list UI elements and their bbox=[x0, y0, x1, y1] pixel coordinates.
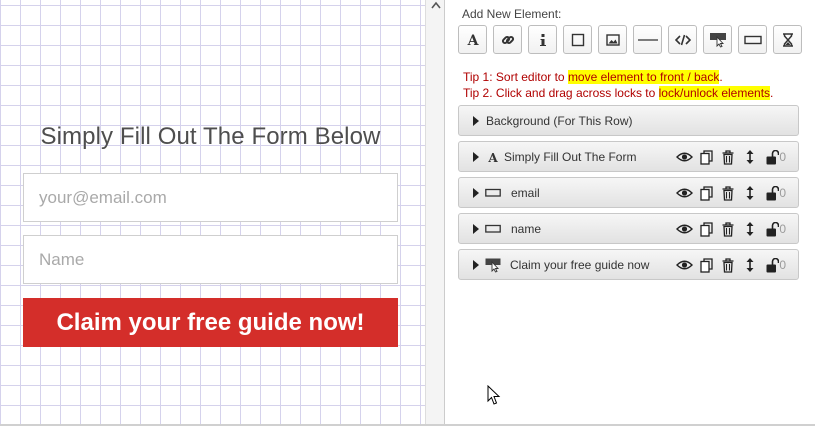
expand-triangle-icon[interactable] bbox=[473, 188, 479, 198]
input-field-icon bbox=[485, 221, 501, 237]
move-vertical-icon[interactable] bbox=[741, 256, 759, 274]
copy-icon[interactable] bbox=[697, 184, 715, 202]
row-heading-element[interactable]: A Simply Fill Out The Form 0 bbox=[458, 141, 799, 172]
mouse-pointer-icon bbox=[487, 385, 501, 405]
move-vertical-icon[interactable] bbox=[741, 148, 759, 166]
panel-splitter[interactable] bbox=[425, 0, 445, 426]
row-actions bbox=[675, 256, 781, 274]
copy-icon[interactable] bbox=[697, 220, 715, 238]
add-element-label: Add New Element: bbox=[462, 7, 562, 21]
hourglass-icon bbox=[782, 32, 793, 47]
image-tool-button[interactable] bbox=[598, 25, 627, 54]
name-field[interactable]: Name bbox=[23, 235, 398, 284]
row-background[interactable]: Background (For This Row) bbox=[458, 105, 799, 136]
tip-1-highlight: move element to front / back bbox=[567, 70, 720, 84]
eye-icon[interactable] bbox=[675, 256, 693, 274]
editor-canvas[interactable]: Simply Fill Out The Form Below your@emai… bbox=[0, 0, 425, 426]
eye-icon[interactable] bbox=[675, 220, 693, 238]
row-actions bbox=[675, 184, 781, 202]
divider-tool-button[interactable] bbox=[633, 25, 662, 54]
link-tool-button[interactable] bbox=[493, 25, 522, 54]
row-count: 0 bbox=[779, 258, 786, 272]
row-label: name bbox=[511, 222, 542, 236]
row-count: 0 bbox=[779, 150, 786, 164]
expand-triangle-icon[interactable] bbox=[473, 224, 479, 234]
form-heading[interactable]: Simply Fill Out The Form Below bbox=[23, 123, 398, 151]
tip-1-suffix: . bbox=[719, 70, 723, 84]
expand-triangle-icon[interactable] bbox=[473, 152, 479, 162]
row-label: Claim your free guide now bbox=[510, 258, 650, 272]
element-list: Background (For This Row) A Simply Fill … bbox=[458, 105, 799, 285]
copy-icon[interactable] bbox=[697, 148, 715, 166]
unlock-icon[interactable] bbox=[763, 220, 781, 238]
box-tool-button[interactable] bbox=[563, 25, 592, 54]
horizontal-line-icon bbox=[637, 38, 658, 41]
unlock-icon[interactable] bbox=[763, 148, 781, 166]
copy-icon[interactable] bbox=[697, 256, 715, 274]
button-click-icon bbox=[485, 257, 501, 273]
row-actions bbox=[675, 148, 781, 166]
code-tool-button[interactable] bbox=[668, 25, 697, 54]
chevron-up-icon[interactable] bbox=[431, 0, 441, 12]
info-tool-button[interactable] bbox=[528, 25, 557, 54]
button-tool-button[interactable] bbox=[703, 25, 732, 54]
claim-guide-button[interactable]: Claim your free guide now! bbox=[23, 298, 398, 347]
email-field[interactable]: your@email.com bbox=[23, 173, 398, 222]
info-icon bbox=[539, 33, 546, 46]
row-name-element[interactable]: name 0 bbox=[458, 213, 799, 244]
element-toolbar: A bbox=[458, 25, 802, 54]
row-email-element[interactable]: email 0 bbox=[458, 177, 799, 208]
tip-2: Tip 2. Click and drag across locks to lo… bbox=[463, 85, 773, 101]
move-vertical-icon[interactable] bbox=[741, 184, 759, 202]
trash-icon[interactable] bbox=[719, 220, 737, 238]
text-tool-button[interactable]: A bbox=[458, 25, 487, 54]
timer-tool-button[interactable] bbox=[773, 25, 802, 54]
input-field-icon bbox=[485, 185, 501, 201]
link-icon bbox=[501, 35, 514, 44]
row-count: 0 bbox=[779, 222, 786, 236]
image-icon bbox=[605, 33, 620, 46]
button-click-icon bbox=[709, 32, 726, 48]
tip-1: Tip 1: Sort editor to move element to fr… bbox=[463, 69, 773, 85]
input-field-icon bbox=[743, 35, 762, 44]
row-label: Simply Fill Out The Form bbox=[504, 150, 637, 164]
tip-2-text: Tip 2. Click and drag across locks to bbox=[463, 86, 659, 100]
trash-icon[interactable] bbox=[719, 256, 737, 274]
unlock-icon[interactable] bbox=[763, 184, 781, 202]
trash-icon[interactable] bbox=[719, 184, 737, 202]
row-button-element[interactable]: Claim your free guide now 0 bbox=[458, 249, 799, 280]
eye-icon[interactable] bbox=[675, 148, 693, 166]
tip-2-highlight: lock/unlock elements bbox=[658, 86, 771, 100]
trash-icon[interactable] bbox=[719, 148, 737, 166]
expand-triangle-icon[interactable] bbox=[473, 116, 479, 126]
row-count: 0 bbox=[779, 186, 786, 200]
svg-text:A: A bbox=[487, 151, 498, 163]
svg-text:A: A bbox=[466, 33, 479, 47]
tip-1-text: Tip 1: Sort editor to bbox=[463, 70, 568, 84]
move-vertical-icon[interactable] bbox=[741, 220, 759, 238]
expand-triangle-icon[interactable] bbox=[473, 260, 479, 270]
row-actions bbox=[675, 220, 781, 238]
element-panel: Add New Element: A Tip 1: Sort editor to… bbox=[446, 0, 815, 426]
code-icon bbox=[674, 34, 691, 45]
square-icon bbox=[571, 33, 584, 46]
input-tool-button[interactable] bbox=[738, 25, 767, 54]
eye-icon[interactable] bbox=[675, 184, 693, 202]
row-label: Background (For This Row) bbox=[486, 114, 633, 128]
text-a-icon: A bbox=[466, 33, 479, 47]
text-a-icon: A bbox=[485, 149, 501, 165]
row-label: email bbox=[511, 186, 540, 200]
tip-2-suffix: . bbox=[770, 86, 774, 100]
unlock-icon[interactable] bbox=[763, 256, 781, 274]
tips: Tip 1: Sort editor to move element to fr… bbox=[463, 69, 773, 101]
